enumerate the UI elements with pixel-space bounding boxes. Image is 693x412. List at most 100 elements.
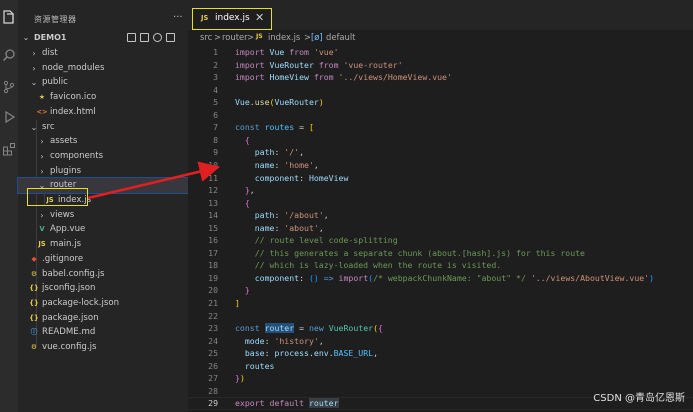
code-line[interactable]: } bbox=[235, 284, 250, 297]
chevron-down-icon: ⌄ bbox=[30, 78, 38, 88]
tree-item-label: components bbox=[50, 150, 104, 161]
json-file-icon: {} bbox=[29, 284, 39, 293]
code-line[interactable]: base: process.env.BASE_URL, bbox=[235, 347, 378, 360]
file-vue-config-js[interactable]: ⚙ vue.config.js bbox=[18, 340, 188, 355]
file-main-js[interactable]: JS main.js bbox=[18, 237, 188, 252]
code-token: path bbox=[254, 210, 275, 221]
chevron-right-icon: › bbox=[40, 151, 44, 161]
run-debug-icon[interactable] bbox=[2, 110, 16, 124]
code-line[interactable]: // which is lazy-loaded when the route i… bbox=[235, 259, 501, 272]
tree-item-label: vue.config.js bbox=[42, 342, 97, 352]
js-file-icon: JS bbox=[201, 14, 209, 22]
file-gitignore[interactable]: ◆ .gitignore bbox=[18, 252, 188, 267]
folder-node-modules[interactable]: › node_modules bbox=[18, 61, 188, 76]
code-token: // this generates a separate chunk (abou… bbox=[254, 247, 585, 258]
json-file-icon: {} bbox=[29, 313, 39, 322]
code-line[interactable]: routes bbox=[235, 360, 275, 373]
code-line[interactable]: { bbox=[235, 197, 250, 210]
line-number: 19 bbox=[208, 272, 218, 283]
code-line[interactable]: const router = new VueRouter({ bbox=[235, 322, 383, 335]
code-line[interactable]: import HomeView from '../views/HomeView.… bbox=[235, 71, 452, 84]
tree-item-label: favicon.ico bbox=[50, 92, 97, 103]
code-token: path bbox=[254, 147, 275, 158]
line-number: 17 bbox=[208, 247, 218, 258]
code-line[interactable]: component: () => import(/* webpackChunkN… bbox=[235, 272, 654, 285]
code-line[interactable]: ] bbox=[235, 297, 240, 310]
code-line[interactable]: name: 'about', bbox=[235, 222, 324, 235]
folder-plugins[interactable]: › plugins bbox=[18, 164, 188, 179]
code-line[interactable]: // this generates a separate chunk (abou… bbox=[235, 247, 585, 260]
tree-item-label: jsconfig.json bbox=[42, 283, 96, 294]
vue-file-icon: V bbox=[39, 225, 45, 234]
close-icon[interactable]: ✕ bbox=[255, 11, 264, 24]
code-line[interactable]: }) bbox=[235, 372, 245, 385]
code-token: 'about' bbox=[284, 222, 319, 233]
code-line[interactable]: component: HomeView bbox=[235, 172, 349, 185]
code-line[interactable]: { bbox=[235, 134, 250, 147]
code-line[interactable]: name: 'home', bbox=[235, 159, 319, 172]
explorer-icon[interactable] bbox=[2, 10, 16, 24]
explorer-more-button[interactable]: ··· bbox=[173, 12, 183, 23]
breadcrumb-router[interactable]: router bbox=[222, 30, 248, 44]
chevron-right-icon: › bbox=[32, 49, 36, 58]
tree-item-label: package.json bbox=[42, 312, 99, 323]
line-number: 2 bbox=[213, 59, 218, 70]
line-number: 25 bbox=[208, 348, 218, 359]
tree-item-label: App.vue bbox=[50, 224, 86, 235]
extensions-icon[interactable] bbox=[2, 142, 16, 156]
file-readme-md[interactable]: ⓘ README.md bbox=[18, 325, 188, 340]
variable-symbol-icon: [ø] bbox=[311, 32, 323, 42]
project-root[interactable]: ⌄ DEMO1 bbox=[18, 30, 188, 45]
code-line[interactable]: import Vue from 'vue' bbox=[235, 46, 339, 59]
project-name: DEMO1 bbox=[34, 33, 67, 42]
folder-dist[interactable]: › dist bbox=[18, 46, 188, 61]
code-line[interactable]: export default router bbox=[235, 397, 339, 410]
breadcrumb-file[interactable]: index.js bbox=[268, 30, 300, 44]
file-babel-config-js[interactable]: ⚙ babel.config.js bbox=[18, 267, 188, 282]
file-index-html[interactable]: <> index.html bbox=[18, 105, 188, 120]
folder-assets[interactable]: › assets bbox=[18, 134, 188, 149]
file-package-lock-json[interactable]: {} package-lock.json bbox=[18, 296, 188, 311]
collapse-all-icon[interactable] bbox=[166, 33, 175, 42]
folder-views[interactable]: › views bbox=[18, 208, 188, 223]
code-token: { bbox=[244, 134, 250, 145]
code-token: VueRouter bbox=[274, 97, 319, 108]
code-line[interactable]: }, bbox=[235, 184, 255, 197]
code-token: BASE_URL bbox=[333, 348, 374, 359]
file-favicon-ico[interactable]: ★ favicon.ico bbox=[18, 90, 188, 105]
code-token: 'history' bbox=[274, 335, 319, 346]
code-token: Vue bbox=[269, 47, 285, 57]
new-file-icon[interactable] bbox=[127, 33, 136, 42]
refresh-icon[interactable] bbox=[153, 33, 162, 42]
breadcrumb-src[interactable]: src bbox=[200, 30, 212, 44]
folder-public[interactable]: ⌄ public bbox=[18, 75, 188, 90]
folder-src[interactable]: ⌄ src bbox=[18, 120, 188, 135]
code-line[interactable]: Vue.use(VueRouter) bbox=[235, 96, 324, 109]
code-token: process bbox=[274, 348, 309, 359]
code-line[interactable]: mode: 'history', bbox=[235, 335, 324, 348]
file-jsconfig-json[interactable]: {} jsconfig.json bbox=[18, 281, 188, 296]
code-line[interactable]: const routes = [ bbox=[235, 121, 314, 134]
breadcrumb-symbol[interactable]: default bbox=[326, 30, 355, 44]
code-line[interactable]: import VueRouter from 'vue-router' bbox=[235, 59, 403, 72]
code-line[interactable]: // route level code-splitting bbox=[235, 234, 398, 247]
code-line[interactable]: path: '/', bbox=[235, 146, 304, 159]
folder-components[interactable]: › components bbox=[18, 149, 188, 164]
search-icon[interactable] bbox=[2, 48, 16, 62]
code-token: '../views/AboutView.vue' bbox=[530, 272, 650, 283]
file-app-vue[interactable]: V App.vue bbox=[18, 222, 188, 237]
code-token: { bbox=[378, 323, 383, 334]
source-control-icon[interactable] bbox=[2, 80, 16, 94]
new-folder-icon[interactable] bbox=[140, 33, 149, 42]
code-editor[interactable]: 1 import Vue from 'vue' 2 import VueRouter … bbox=[188, 44, 693, 412]
code-token: , bbox=[318, 222, 324, 233]
html-file-icon: <> bbox=[36, 107, 48, 116]
tab-index-js[interactable]: JS index.js ✕ bbox=[192, 8, 272, 30]
line-number: 8 bbox=[213, 134, 218, 145]
code-token: from bbox=[313, 72, 334, 83]
file-package-json[interactable]: {} package.json bbox=[18, 311, 188, 326]
code-line[interactable]: path: '/about', bbox=[235, 209, 329, 222]
